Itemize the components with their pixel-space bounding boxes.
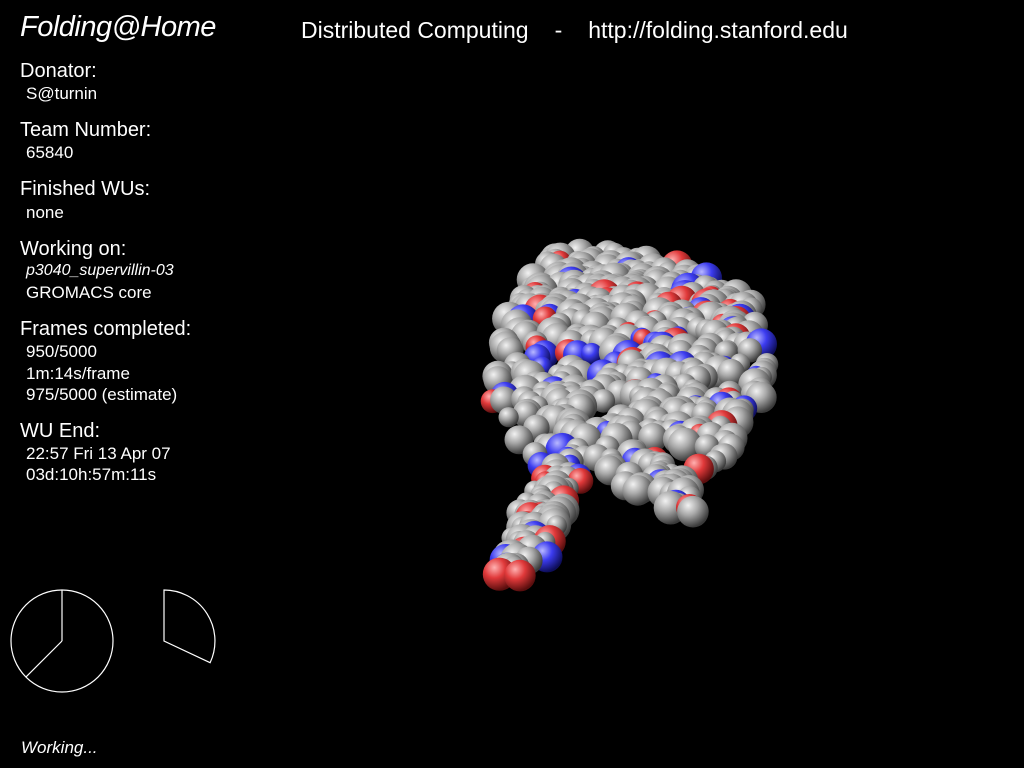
status-text: Working... <box>21 738 98 757</box>
oxygen-atom <box>504 559 536 592</box>
protein-molecule-view <box>480 238 779 592</box>
atom-spheres <box>480 238 779 592</box>
carbon-atom <box>677 495 709 528</box>
carbon-atom <box>498 407 519 428</box>
